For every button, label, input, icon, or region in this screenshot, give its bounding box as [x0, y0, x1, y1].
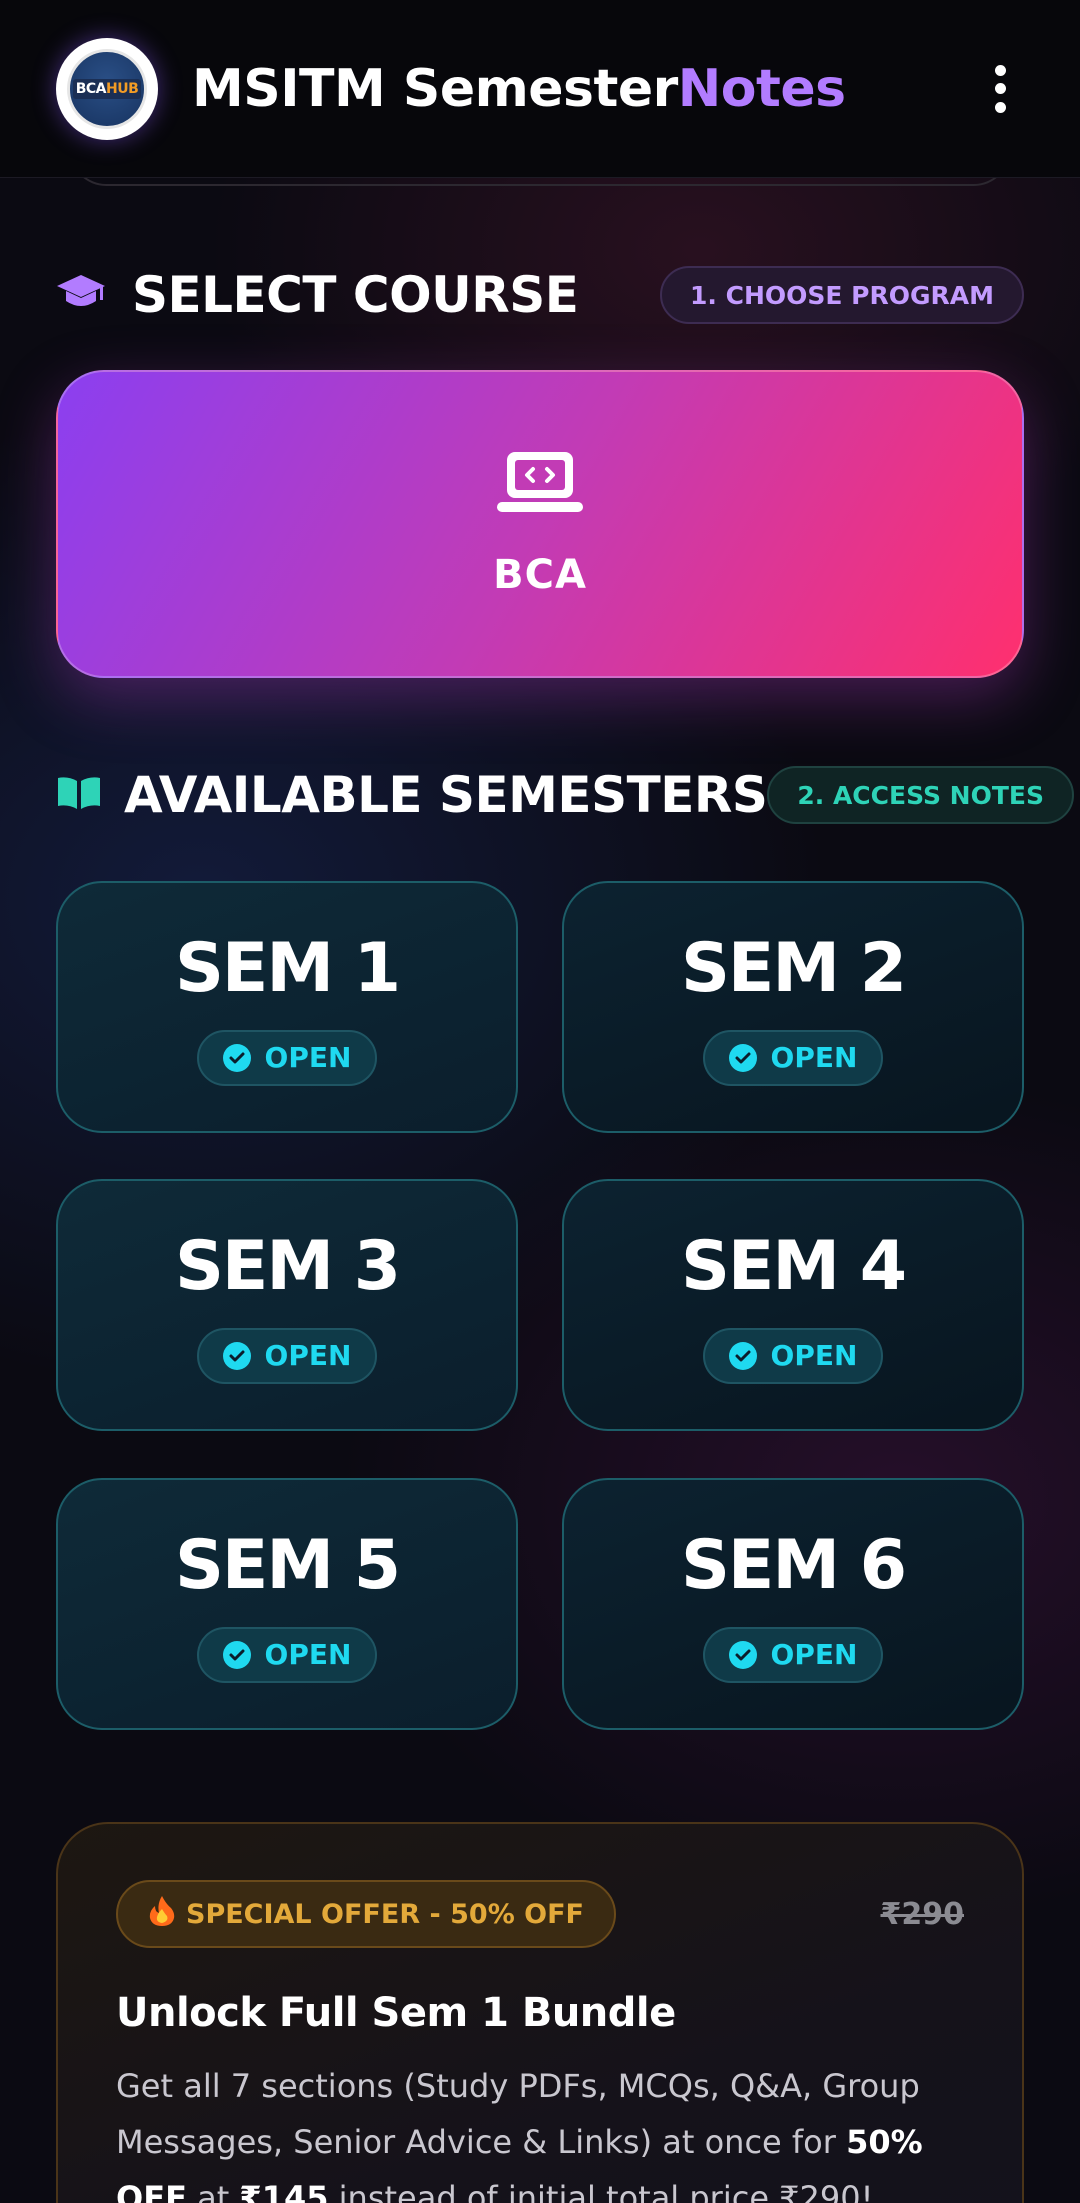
old-price: ₹290	[880, 1896, 965, 1932]
check-circle-icon	[222, 1043, 251, 1072]
offer-desc-text: Get all 7 sections (Study PDFs, MCQs, Q&…	[116, 2067, 920, 2161]
logo-text-b: HUB	[106, 80, 139, 97]
section-title: SELECT COURSE	[132, 266, 579, 324]
status-badge: OPEN	[196, 1626, 378, 1683]
app-title-accent: Notes	[677, 58, 846, 119]
offer-desc-text: instead of initial total price ₹290!	[328, 2179, 874, 2203]
laptop-code-icon	[497, 450, 583, 518]
status-label: OPEN	[264, 1638, 352, 1671]
more-dot-icon	[994, 83, 1006, 94]
more-dot-icon	[994, 101, 1006, 113]
semester-title: SEM 2	[680, 928, 907, 1008]
offer-top-row: SPECIAL OFFER - 50% OFF ₹290	[116, 1880, 964, 1948]
semester-card-6[interactable]: SEM 6 OPEN	[562, 1478, 1024, 1730]
course-card-bca[interactable]: BCA	[56, 370, 1024, 678]
status-label: OPEN	[264, 1339, 352, 1372]
semester-card-4[interactable]: SEM 4 OPEN	[562, 1179, 1024, 1431]
status-badge: OPEN	[702, 1626, 884, 1683]
check-circle-icon	[728, 1341, 757, 1370]
special-offer-card[interactable]: SPECIAL OFFER - 50% OFF ₹290 Unlock Full…	[56, 1822, 1024, 2203]
status-label: OPEN	[770, 1638, 858, 1671]
status-label: OPEN	[770, 1339, 858, 1372]
offer-title: Unlock Full Sem 1 Bundle	[116, 1990, 676, 2036]
course-label: BCA	[493, 552, 587, 598]
status-badge: OPEN	[702, 1029, 884, 1086]
offer-description: Get all 7 sections (Study PDFs, MCQs, Q&…	[116, 2058, 964, 2203]
status-label: OPEN	[264, 1041, 352, 1074]
check-circle-icon	[728, 1043, 757, 1072]
step-pill-choose-program: 1. CHOOSE PROGRAM	[660, 266, 1024, 324]
app-title-main: MSITM Semester	[192, 58, 678, 119]
semester-title: SEM 5	[174, 1525, 401, 1605]
status-badge: OPEN	[196, 1029, 378, 1086]
app-header: BCAHUB MSITM SemesterNotes	[0, 0, 1080, 178]
fire-icon	[148, 1895, 176, 1934]
check-circle-icon	[222, 1341, 251, 1370]
offer-price: ₹145	[239, 2179, 329, 2203]
status-badge: OPEN	[196, 1327, 378, 1384]
logo-text: BCAHUB	[72, 78, 142, 99]
semester-card-3[interactable]: SEM 3 OPEN	[56, 1179, 518, 1431]
semester-title: SEM 3	[174, 1226, 401, 1306]
logo-text-a: BCA	[75, 80, 107, 97]
offer-desc-text: at	[186, 2179, 240, 2203]
graduation-cap-icon	[56, 273, 106, 317]
step-pill-access-notes: 2. ACCESS NOTES	[767, 766, 1074, 824]
semester-title: SEM 4	[680, 1226, 907, 1306]
semester-title: SEM 1	[174, 928, 401, 1008]
select-course-header: SELECT COURSE 1. CHOOSE PROGRAM	[56, 266, 1024, 324]
semester-card-5[interactable]: SEM 5 OPEN	[56, 1478, 518, 1730]
semester-card-1[interactable]: SEM 1 OPEN	[56, 881, 518, 1133]
semester-card-2[interactable]: SEM 2 OPEN	[562, 881, 1024, 1133]
semester-title: SEM 6	[680, 1525, 907, 1605]
book-open-icon	[56, 775, 102, 815]
more-options-button[interactable]	[980, 59, 1020, 119]
status-label: OPEN	[770, 1041, 858, 1074]
check-circle-icon	[222, 1640, 251, 1669]
available-semesters-header: AVAILABLE SEMESTERS 2. ACCESS NOTES	[56, 766, 1074, 824]
app-title: MSITM SemesterNotes	[192, 59, 846, 119]
more-dot-icon	[994, 64, 1006, 76]
offer-badge-label: SPECIAL OFFER - 50% OFF	[186, 1898, 584, 1930]
app-logo[interactable]: BCAHUB	[56, 37, 158, 140]
offer-badge: SPECIAL OFFER - 50% OFF	[116, 1880, 616, 1948]
check-circle-icon	[728, 1640, 757, 1669]
section-title: AVAILABLE SEMESTERS	[124, 766, 768, 824]
logo-badge: BCAHUB	[67, 48, 147, 129]
status-badge: OPEN	[702, 1327, 884, 1384]
